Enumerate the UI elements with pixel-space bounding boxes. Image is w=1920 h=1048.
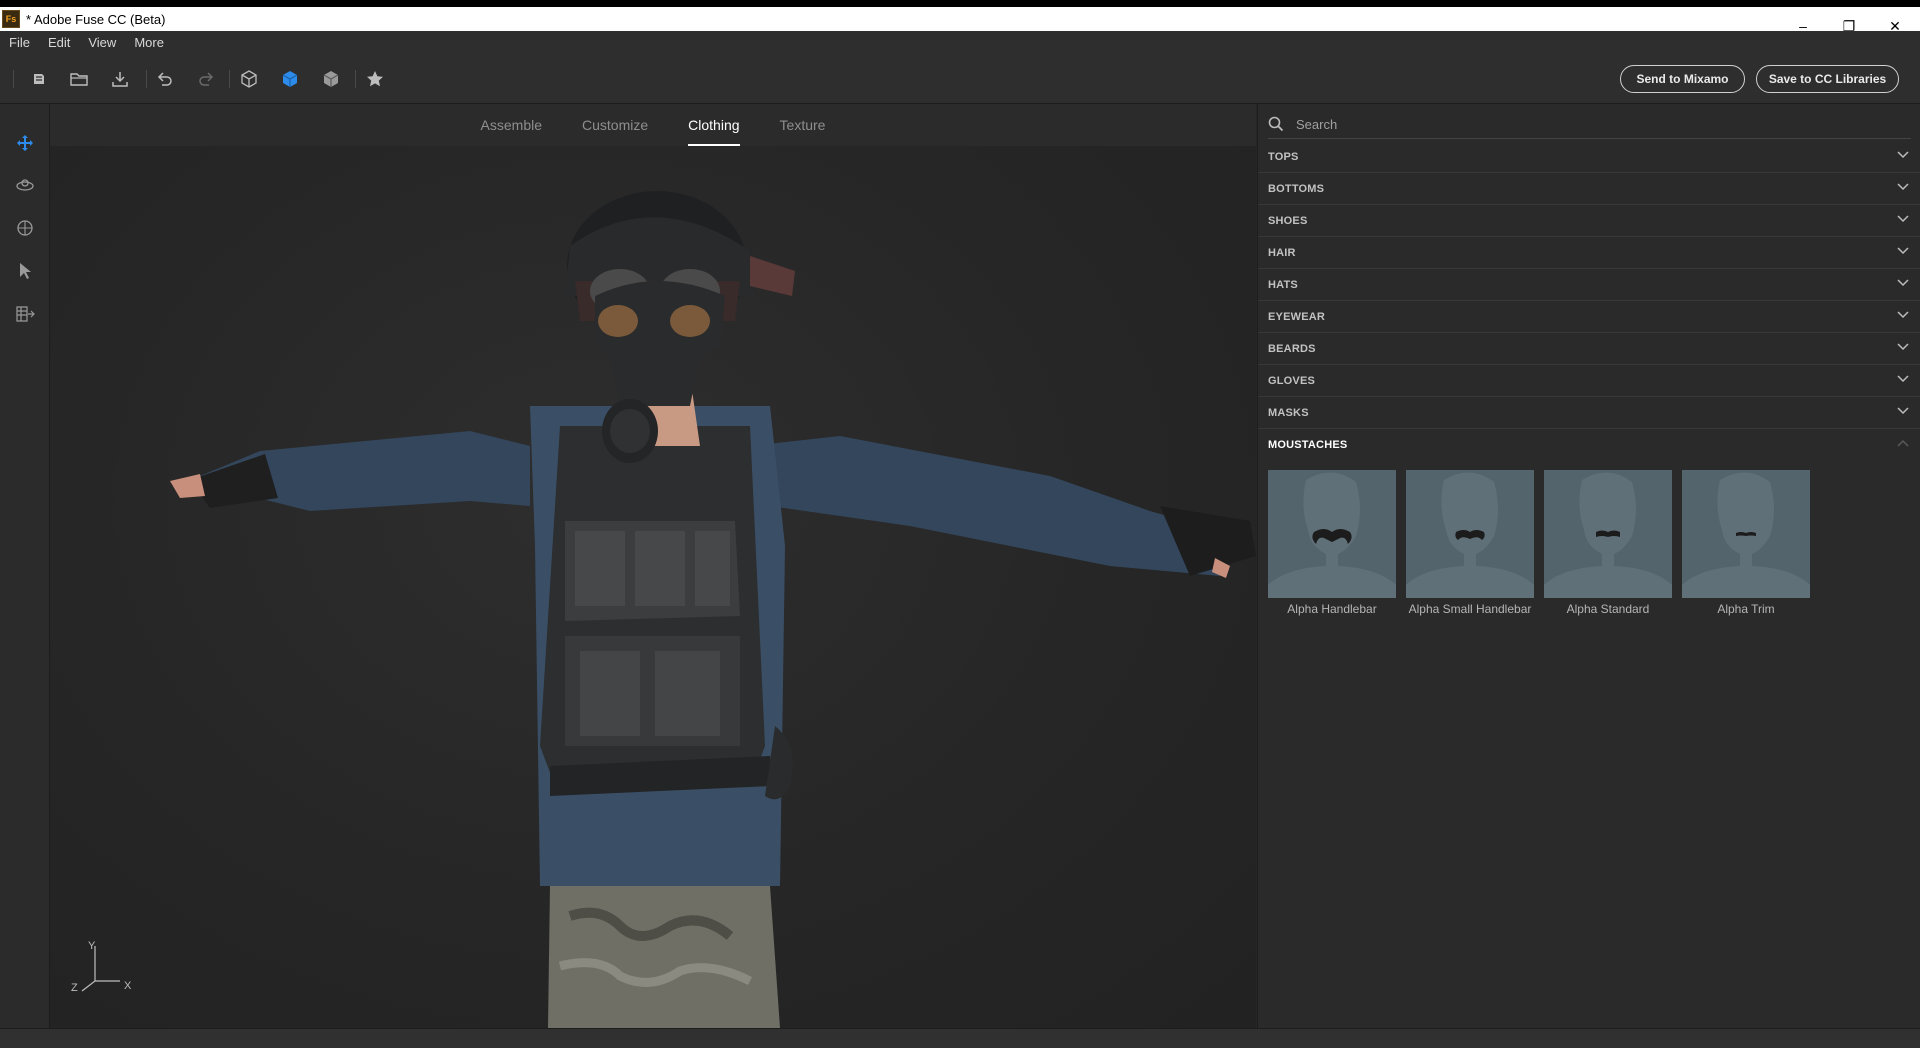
chevron-down-icon bbox=[1897, 215, 1909, 223]
category-moustaches[interactable]: MOUSTACHES bbox=[1258, 429, 1920, 461]
send-to-mixamo-button[interactable]: Send to Mixamo bbox=[1620, 65, 1745, 93]
category-label: MOUSTACHES bbox=[1268, 439, 1348, 451]
open-folder-icon[interactable] bbox=[68, 68, 90, 90]
axis-gizmo bbox=[81, 946, 120, 992]
undo-icon[interactable] bbox=[154, 68, 176, 90]
category-bottoms[interactable]: BOTTOMS bbox=[1258, 173, 1920, 205]
moustache-label: Alpha Trim bbox=[1717, 602, 1775, 616]
mode-tabs: Assemble Customize Clothing Texture bbox=[50, 104, 1256, 146]
category-gloves[interactable]: GLOVES bbox=[1258, 365, 1920, 397]
status-bar bbox=[0, 1028, 1920, 1048]
app-logo-icon: Fs bbox=[2, 10, 20, 28]
category-label: GLOVES bbox=[1268, 374, 1316, 387]
tab-clothing[interactable]: Clothing bbox=[688, 104, 740, 146]
select-arrow-icon[interactable] bbox=[13, 259, 37, 283]
category-label: MASKS bbox=[1268, 406, 1309, 419]
moustache-thumbnail[interactable]: Alpha Small Handlebar bbox=[1406, 470, 1534, 616]
chevron-down-icon bbox=[1897, 407, 1909, 415]
toolbar-separator bbox=[229, 70, 230, 88]
new-file-icon[interactable] bbox=[28, 68, 50, 90]
moustache-preview-image bbox=[1682, 470, 1810, 598]
menu-edit[interactable]: Edit bbox=[39, 35, 79, 50]
category-label: HAIR bbox=[1268, 246, 1296, 259]
cube-wireframe-icon[interactable] bbox=[238, 68, 260, 90]
category-label: BOTTOMS bbox=[1268, 182, 1325, 195]
toolbar-separator bbox=[13, 70, 14, 88]
search-bar bbox=[1268, 110, 1911, 139]
category-label: TOPS bbox=[1268, 150, 1299, 163]
chevron-down-icon bbox=[1897, 311, 1909, 319]
character-model bbox=[170, 191, 1256, 1028]
window-title: * Adobe Fuse CC (Beta) bbox=[26, 11, 166, 27]
menu-view[interactable]: View bbox=[79, 35, 125, 50]
menu-more[interactable]: More bbox=[125, 35, 173, 50]
axis-label-z: Z bbox=[71, 982, 78, 994]
star-icon[interactable] bbox=[364, 68, 386, 90]
tab-texture[interactable]: Texture bbox=[780, 104, 826, 146]
category-shoes[interactable]: SHOES bbox=[1258, 205, 1920, 237]
moustache-label: Alpha Handlebar bbox=[1287, 602, 1377, 616]
grid-snap-icon[interactable] bbox=[13, 302, 37, 326]
menu-file[interactable]: File bbox=[0, 35, 39, 50]
cube-solid-icon[interactable] bbox=[279, 68, 301, 90]
cube-shaded-icon[interactable] bbox=[320, 68, 342, 90]
left-tool-rail bbox=[0, 104, 50, 1028]
moustache-thumbnail[interactable]: Alpha Handlebar bbox=[1268, 470, 1396, 616]
search-icon bbox=[1268, 116, 1284, 132]
moustache-thumbnail[interactable]: Alpha Standard bbox=[1544, 470, 1672, 616]
moustache-preview-image bbox=[1544, 470, 1672, 598]
chevron-down-icon bbox=[1897, 375, 1909, 383]
chevron-down-icon bbox=[1897, 247, 1909, 255]
save-to-cc-libraries-button[interactable]: Save to CC Libraries bbox=[1756, 65, 1899, 93]
category-eyewear[interactable]: EYEWEAR bbox=[1258, 301, 1920, 333]
category-label: BEARDS bbox=[1268, 342, 1316, 355]
toolbar-separator bbox=[355, 70, 356, 88]
redo-icon[interactable] bbox=[195, 68, 217, 90]
axis-label-x: X bbox=[124, 980, 132, 992]
chevron-down-icon bbox=[1897, 151, 1909, 159]
3d-viewport[interactable]: Y X Z bbox=[50, 146, 1256, 1028]
category-tops[interactable]: TOPS bbox=[1258, 141, 1920, 173]
target-icon[interactable] bbox=[13, 216, 37, 240]
orbit-icon[interactable] bbox=[13, 173, 37, 197]
category-label: EYEWEAR bbox=[1268, 310, 1326, 323]
category-beards[interactable]: BEARDS bbox=[1258, 333, 1920, 365]
moustache-label: Alpha Standard bbox=[1566, 602, 1650, 616]
category-hair[interactable]: HAIR bbox=[1258, 237, 1920, 269]
moustache-label: Alpha Small Handlebar bbox=[1408, 602, 1532, 616]
chevron-down-icon bbox=[1897, 183, 1909, 191]
chevron-up-icon bbox=[1897, 439, 1909, 447]
tab-customize[interactable]: Customize bbox=[582, 104, 648, 146]
category-masks[interactable]: MASKS bbox=[1258, 397, 1920, 429]
category-hats[interactable]: HATS bbox=[1258, 269, 1920, 301]
menu-bar: File Edit View More bbox=[0, 31, 1920, 54]
category-label: HATS bbox=[1268, 278, 1298, 291]
chevron-down-icon bbox=[1897, 279, 1909, 287]
tab-assemble[interactable]: Assemble bbox=[481, 104, 542, 146]
chevron-down-icon bbox=[1897, 343, 1909, 351]
toolbar-separator bbox=[146, 70, 147, 88]
axis-label-y: Y bbox=[88, 940, 96, 952]
toolbar: Send to Mixamo Save to CC Libraries bbox=[0, 54, 1920, 104]
import-icon[interactable] bbox=[109, 68, 131, 90]
moustache-preview-image bbox=[1406, 470, 1534, 598]
asset-panel: TOPS BOTTOMS SHOES HAIR HATS EYEWEAR BEA… bbox=[1257, 104, 1920, 1028]
search-input[interactable] bbox=[1294, 115, 1878, 133]
move-tool-icon[interactable] bbox=[13, 131, 37, 155]
title-bar: Fs * Adobe Fuse CC (Beta) – ❐ ✕ bbox=[0, 0, 1920, 34]
moustache-thumbnail[interactable]: Alpha Trim bbox=[1682, 470, 1810, 616]
category-label: SHOES bbox=[1268, 214, 1308, 227]
moustache-preview-image bbox=[1268, 470, 1396, 598]
